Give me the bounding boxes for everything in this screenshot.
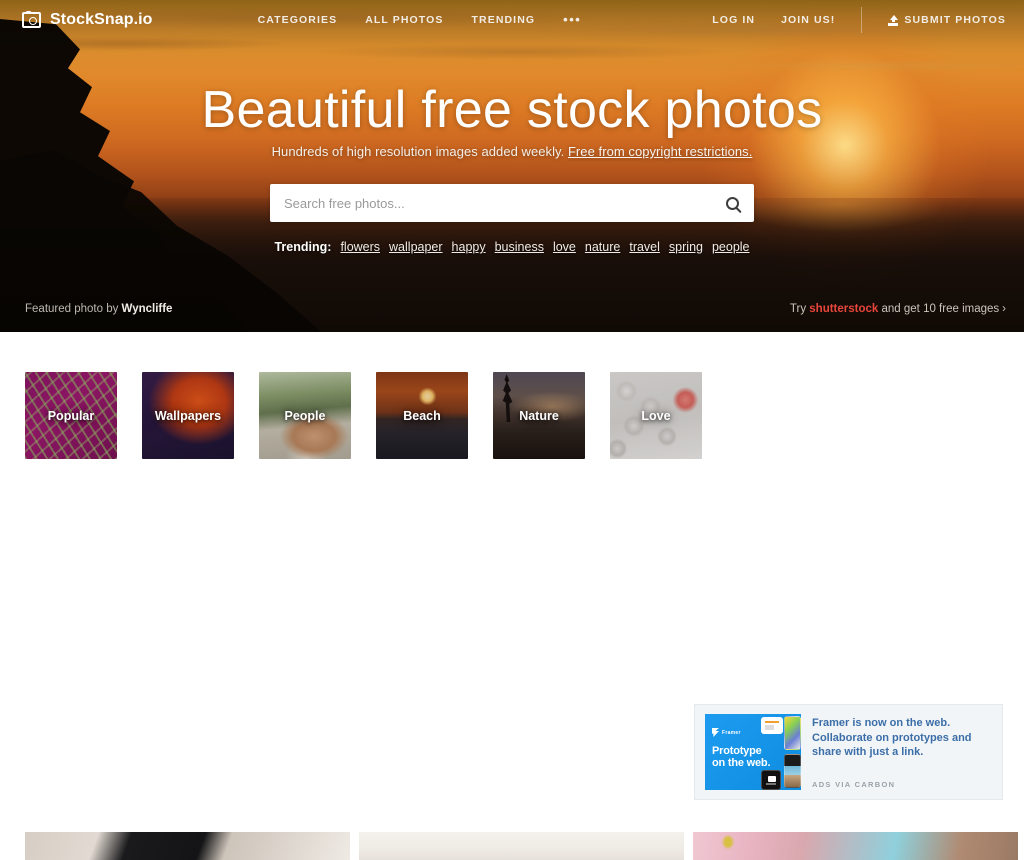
category-label-love: Love [641,408,671,423]
featured-photo-credit: Featured photo by Wyncliffe [25,303,172,315]
ad-text-line2: Collaborate on prototypes and [812,731,972,744]
ad-attribution: ADS VIA CARBON [812,780,896,789]
trending-tag-spring[interactable]: spring [669,240,703,254]
photo-grid-item-3[interactable] [693,832,1018,860]
trending-tag-people[interactable]: people [712,240,750,254]
trending-tag-wallpaper[interactable]: wallpaper [389,240,443,254]
shutterstock-brand: shutterstock [809,303,879,315]
camera-icon [22,10,41,28]
brand-name: StockSnap.io [50,11,153,28]
shutterstock-promo[interactable]: Try shutterstock and get 10 free images › [790,303,1006,315]
ad-headline-line1: Prototype [712,745,762,757]
search-button[interactable] [710,184,754,222]
main-content: Popular Wallpapers People Beach Nature L… [0,332,1024,860]
trending-tag-happy[interactable]: happy [452,240,486,254]
hero-content: Beautiful free stock photos Hundreds of … [0,0,1024,332]
trending-tag-nature[interactable]: nature [585,240,620,254]
ad-headline-line2: on the web. [712,757,771,769]
ad-mockup-card [761,770,781,790]
nav-item-all-photos[interactable]: ALL PHOTOS [365,14,443,26]
framer-logo-text: Framer [722,729,741,736]
hero-subtitle: Hundreds of high resolution images added… [0,144,1024,159]
category-tile-wallpapers[interactable]: Wallpapers [142,372,234,459]
ad-image: Framer Prototype on the web. [705,714,801,790]
ad-text-line3: share with just a link. [812,746,924,758]
ad-body: Framer is now on the web. Collaborate on… [812,714,992,760]
featured-prefix: Featured photo by [25,303,122,315]
upload-icon [888,14,899,26]
chevron-right-icon: › [1002,303,1006,315]
ad-text-line1: Framer is now on the web. [812,717,951,729]
promo-suffix: and get 10 free images [878,303,1000,315]
nav-divider [861,7,863,33]
framer-logo-icon [712,728,719,737]
category-label-beach: Beach [403,408,441,423]
more-menu-icon[interactable]: ••• [563,13,581,26]
page-title: Beautiful free stock photos [201,81,823,139]
category-label-popular: Popular [47,408,95,423]
nav-item-categories[interactable]: CATEGORIES [258,14,338,26]
copyright-link[interactable]: Free from copyright restrictions. [568,144,752,159]
login-button[interactable]: LOG IN [712,14,755,26]
trending-label: Trending: [274,240,332,254]
submit-photos-label: SUBMIT PHOTOS [904,14,1006,26]
ad-mockup-phone-2 [784,754,801,788]
promo-prefix: Try [789,303,810,315]
photo-grid-item-2[interactable] [359,832,684,860]
search-bar [270,184,754,222]
category-tile-popular[interactable]: Popular [25,372,117,459]
trending-tag-travel[interactable]: travel [629,240,660,254]
nav-item-trending[interactable]: TRENDING [472,14,536,26]
ad-mockup-phone-1 [784,716,801,750]
framer-logo: Framer [712,728,741,737]
category-tile-love[interactable]: Love [610,372,702,459]
hero-subtitle-text: Hundreds of high resolution images added… [271,144,568,159]
nav-center-links: CATEGORIES ALL PHOTOS TRENDING ••• [258,13,582,26]
carbon-ad[interactable]: Framer Prototype on the web. Framer is n… [694,704,1003,800]
hero-banner: StockSnap.io CATEGORIES ALL PHOTOS TREND… [0,0,1024,332]
trending-tag-love[interactable]: love [553,240,576,254]
category-label-nature: Nature [519,408,559,423]
category-tile-nature[interactable]: Nature [493,372,585,459]
photo-grid [25,832,1018,860]
top-navigation-bar: StockSnap.io CATEGORIES ALL PHOTOS TREND… [0,0,1024,40]
trending-tag-business[interactable]: business [495,240,544,254]
search-icon [725,196,739,210]
submit-photos-button[interactable]: SUBMIT PHOTOS [888,14,1006,26]
category-label-people: People [284,408,326,423]
search-input[interactable] [270,195,710,211]
category-label-wallpapers: Wallpapers [154,408,222,423]
ad-image-headline: Prototype on the web. [712,745,771,769]
trending-tags: Trending: flowers wallpaper happy busine… [0,240,1024,254]
trending-tag-flowers[interactable]: flowers [340,240,380,254]
nav-right-links: LOG IN JOIN US! SUBMIT PHOTOS [712,7,1006,33]
brand-logo[interactable]: StockSnap.io [22,10,153,29]
photo-grid-item-1[interactable] [25,832,350,860]
featured-author-link[interactable]: Wyncliffe [122,303,173,315]
join-us-button[interactable]: JOIN US! [781,14,835,26]
category-tiles: Popular Wallpapers People Beach Nature L… [25,372,702,459]
category-tile-beach[interactable]: Beach [376,372,468,459]
ad-mockup-window [761,717,783,734]
category-tile-people[interactable]: People [259,372,351,459]
